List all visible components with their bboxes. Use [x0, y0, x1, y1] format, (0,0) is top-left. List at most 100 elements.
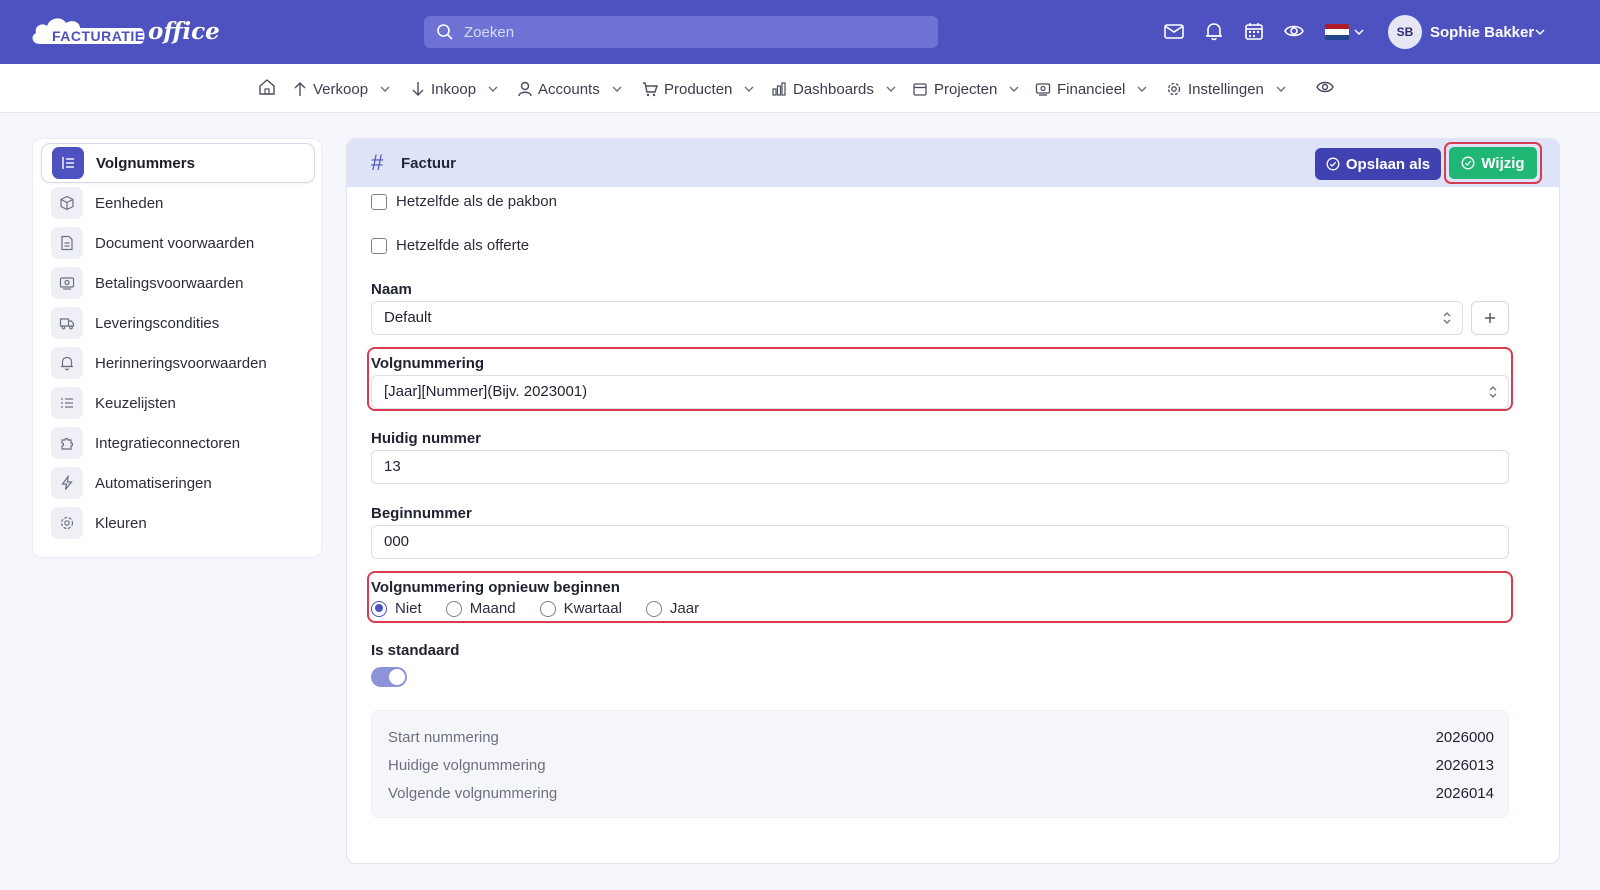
- beginnummer-input[interactable]: 000: [371, 525, 1509, 559]
- nl-flag-icon[interactable]: [1325, 24, 1349, 40]
- hash-icon: #: [371, 150, 384, 175]
- summary-key: Volgende volgnummering: [388, 785, 558, 802]
- is-standaard-toggle[interactable]: [371, 667, 407, 687]
- cart-icon: [643, 82, 658, 97]
- eye-icon[interactable]: [1315, 78, 1335, 96]
- numbering-summary: Start nummering 2026000 Huidige volgnumm…: [371, 710, 1509, 818]
- nav-label: Producten: [664, 80, 733, 98]
- nav-instellingen[interactable]: Instellingen: [1166, 78, 1286, 100]
- radio-label: Kwartaal: [563, 600, 622, 617]
- nav-accounts[interactable]: Accounts: [518, 78, 622, 100]
- checkbox-label: Hetzelfde als de pakbon: [396, 193, 557, 210]
- chevron-down-icon[interactable]: [1535, 27, 1545, 37]
- nav-label: Accounts: [538, 80, 600, 98]
- sidebar-item-label: Automatiseringen: [95, 474, 212, 492]
- volgnummering-label: Volgnummering: [371, 355, 485, 372]
- user-name[interactable]: Sophie Bakker: [1430, 24, 1534, 41]
- money-icon: [51, 267, 83, 299]
- user-icon: [518, 81, 532, 97]
- sidebar-item-label: Betalingsvoorwaarden: [95, 274, 244, 292]
- sidebar-item-keuzelijsten[interactable]: Keuzelijsten: [41, 383, 315, 423]
- select-arrows-icon: [1443, 312, 1451, 324]
- avatar[interactable]: SB: [1388, 15, 1422, 49]
- nav-producten[interactable]: Producten: [642, 78, 754, 100]
- card-title: Factuur: [401, 155, 457, 172]
- radio-button[interactable]: [539, 600, 556, 617]
- radio-niet[interactable]: Niet: [371, 600, 422, 617]
- chevron-down-icon[interactable]: [1354, 27, 1364, 37]
- chevron-down-icon: [886, 86, 896, 92]
- same-as-pakbon-row[interactable]: Hetzelfde als de pakbon: [371, 193, 557, 210]
- restart-radio-group: Niet Maand Kwartaal Jaar: [371, 600, 723, 617]
- sidebar-item-automatiseringen[interactable]: Automatiseringen: [41, 463, 315, 503]
- radio-kwartaal[interactable]: Kwartaal: [539, 600, 622, 617]
- check-circle-icon: [1326, 157, 1340, 171]
- calendar-icon[interactable]: [1243, 20, 1265, 42]
- mail-icon[interactable]: [1163, 20, 1185, 42]
- chevron-down-icon: [612, 86, 622, 92]
- radio-button[interactable]: [371, 600, 387, 617]
- is-standaard-label: Is standaard: [371, 642, 460, 659]
- sidebar-item-betalingsvoorwaarden[interactable]: Betalingsvoorwaarden: [41, 263, 315, 303]
- chevron-down-icon: [1276, 86, 1286, 92]
- nav-label: Verkoop: [313, 80, 369, 98]
- numbered-list-icon: [52, 147, 84, 179]
- naam-value: Default: [384, 309, 432, 326]
- radio-label: Maand: [469, 600, 516, 617]
- radio-button[interactable]: [645, 600, 662, 617]
- chevron-down-icon: [1009, 86, 1019, 92]
- nav-inkoop[interactable]: Inkoop: [411, 78, 498, 100]
- same-as-offerte-checkbox[interactable]: [371, 237, 387, 254]
- select-arrows-icon: [1489, 386, 1497, 398]
- same-as-offerte-row[interactable]: Hetzelfde als offerte: [371, 237, 529, 254]
- huidig-nummer-label: Huidig nummer: [371, 430, 482, 447]
- edit-button[interactable]: Wijzig: [1449, 147, 1537, 179]
- summary-value: 2026014: [1435, 785, 1494, 802]
- add-name-button[interactable]: [1471, 301, 1509, 335]
- sidebar-item-label: Document voorwaarden: [95, 234, 255, 252]
- nav-projecten[interactable]: Projecten: [912, 78, 1019, 100]
- summary-key: Start nummering: [388, 729, 499, 746]
- sidebar-item-leveringscondities[interactable]: Leveringscondities: [41, 303, 315, 343]
- summary-row: Volgende volgnummering 2026014: [388, 785, 1494, 802]
- eye-icon[interactable]: [1283, 20, 1305, 42]
- naam-label: Naam: [371, 281, 412, 298]
- radio-button[interactable]: [445, 600, 462, 617]
- save-as-button[interactable]: Opslaan als: [1315, 148, 1441, 180]
- check-circle-icon: [1461, 156, 1475, 170]
- search-input[interactable]: Zoeken: [464, 24, 514, 41]
- sidebar-item-label: Eenheden: [95, 194, 164, 212]
- radio-jaar[interactable]: Jaar: [645, 600, 699, 617]
- sidebar-item-herinneringsvoorwaarden[interactable]: Herinneringsvoorwaarden: [41, 343, 315, 383]
- card-header: # Factuur Opslaan als Wijzig: [347, 139, 1559, 187]
- money-icon: [1035, 83, 1051, 96]
- sidebar-item-kleuren[interactable]: Kleuren: [41, 503, 315, 543]
- summary-row: Start nummering 2026000: [388, 729, 1494, 746]
- summary-value: 2026000: [1435, 729, 1494, 746]
- nav-label: Inkoop: [431, 80, 477, 98]
- gear-icon: [51, 507, 83, 539]
- nav-label: Dashboards: [793, 80, 874, 98]
- cube-icon: [51, 187, 83, 219]
- sidebar-item-document-voorwaarden[interactable]: Document voorwaarden: [41, 223, 315, 263]
- radio-maand[interactable]: Maand: [445, 600, 516, 617]
- huidig-nummer-input[interactable]: 13: [371, 450, 1509, 484]
- bell-icon[interactable]: [1203, 20, 1225, 42]
- search-bar[interactable]: Zoeken: [424, 16, 938, 48]
- sidebar-item-integratieconnectoren[interactable]: Integratieconnectoren: [41, 423, 315, 463]
- volgnummering-select[interactable]: [Jaar][Nummer](Bijv. 2023001): [371, 375, 1509, 409]
- naam-select[interactable]: Default: [371, 301, 1463, 335]
- beginnummer-label: Beginnummer: [371, 505, 472, 522]
- sidebar-item-volgnummers[interactable]: Volgnummers: [41, 143, 315, 183]
- beginnummer-value: 000: [384, 533, 410, 550]
- nav-financieel[interactable]: Financieel: [1035, 78, 1147, 100]
- home-icon[interactable]: [258, 78, 276, 96]
- sidebar-item-eenheden[interactable]: Eenheden: [41, 183, 315, 223]
- summary-value: 2026013: [1435, 757, 1494, 774]
- same-as-pakbon-checkbox[interactable]: [371, 193, 387, 210]
- nav-verkoop[interactable]: Verkoop: [293, 78, 390, 100]
- chevron-down-icon: [1137, 86, 1147, 92]
- gear-icon: [1167, 82, 1181, 96]
- nav-dashboards[interactable]: Dashboards: [771, 78, 896, 100]
- brand-logo[interactable]: FACTURATIE office: [30, 12, 220, 52]
